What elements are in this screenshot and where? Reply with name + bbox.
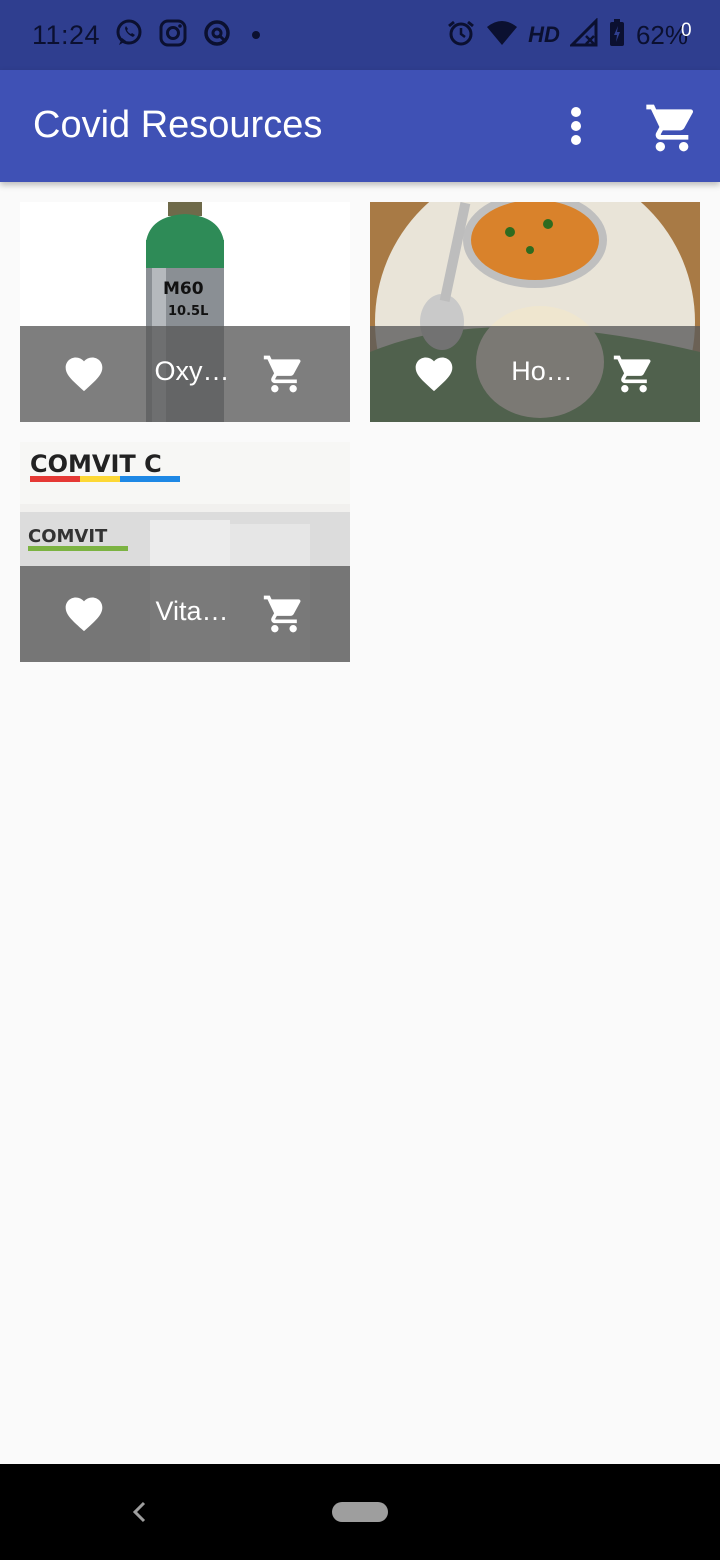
favorite-button[interactable] [412, 352, 456, 396]
tile-overlay: Oxy… [20, 326, 350, 422]
alarm-icon [446, 18, 476, 52]
product-name: Oxy… [154, 356, 230, 386]
add-to-cart-button[interactable] [612, 352, 656, 396]
add-to-cart-button[interactable] [262, 352, 306, 396]
favorite-button[interactable] [62, 352, 106, 396]
back-icon [132, 1501, 146, 1523]
cart-icon [613, 355, 651, 393]
wifi-icon [486, 18, 518, 52]
svg-text:COMVIT: COMVIT [28, 526, 108, 547]
app-bar: Covid Resources [0, 70, 720, 182]
hd-label: HD [528, 22, 560, 47]
battery-icon [608, 18, 626, 52]
svg-text:COMVIT C: COMVIT C [30, 450, 162, 478]
cart-icon [263, 595, 301, 633]
product-tile-vitamin[interactable]: COMVIT C COMVIT Vita… [20, 442, 350, 662]
cart-count-badge: 0 [681, 20, 692, 41]
status-time: 11:24 [32, 19, 101, 50]
instagram-icon [158, 18, 188, 52]
page-title: Covid Resources [33, 104, 323, 146]
app-notification-icon [202, 18, 232, 52]
cart-button[interactable] [644, 100, 700, 156]
status-bar: 11:24 HD 62% [0, 0, 720, 70]
overflow-menu-button[interactable] [556, 100, 596, 152]
heart-icon [65, 597, 103, 632]
svg-text:M60: M60 [163, 279, 204, 299]
back-button[interactable] [126, 1494, 154, 1530]
product-tile-oxygen[interactable]: M60 10.5L Oxy… [20, 202, 350, 422]
product-tile-home-food[interactable]: Ho… [370, 202, 700, 422]
signal-icon [568, 17, 598, 52]
home-pill[interactable] [332, 1502, 388, 1522]
tile-overlay: Vita… [20, 566, 350, 662]
heart-icon [415, 357, 453, 392]
tile-overlay: Ho… [370, 326, 700, 422]
more-vert-icon [571, 107, 581, 145]
product-name: Vita… [155, 596, 229, 626]
cart-icon [263, 355, 301, 393]
product-name: Ho… [511, 356, 573, 386]
dot-icon [252, 31, 261, 39]
svg-text:10.5L: 10.5L [168, 304, 208, 319]
heart-icon [65, 357, 103, 392]
whatsapp-icon [114, 18, 144, 52]
favorite-button[interactable] [62, 592, 106, 636]
add-to-cart-button[interactable] [262, 592, 306, 636]
cart-icon [646, 104, 694, 152]
